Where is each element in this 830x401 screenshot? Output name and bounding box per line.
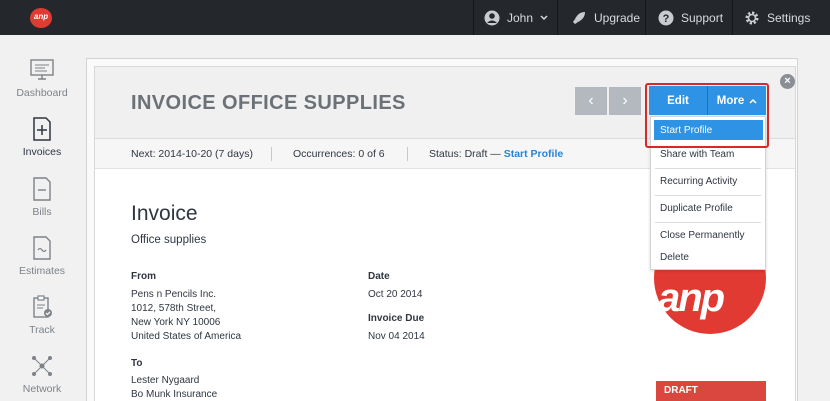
menu-item-recurring-activity[interactable]: Recurring Activity [651,176,765,187]
menu-item-close-permanently[interactable]: Close Permanently [651,230,765,241]
user-menu[interactable]: John [484,0,548,35]
menu-divider [655,195,761,196]
nav-divider [557,0,558,35]
due-date: Nov 04 2014 [368,331,425,342]
status-text: Status: Draft — Start Profile [429,148,563,160]
to-label: To [131,358,143,369]
settings-button[interactable]: Settings [744,0,810,35]
menu-item-duplicate-profile[interactable]: Duplicate Profile [651,203,765,214]
address-line: Lester Nygaard [131,375,200,386]
nav-divider [473,0,474,35]
support-label: Support [681,10,724,25]
menu-divider [655,222,761,223]
sidebar-item-label: Invoices [22,146,62,158]
user-icon [484,10,500,25]
nav-divider [732,0,733,35]
date-label: Date [368,271,390,282]
upgrade-label: Upgrade [594,10,641,25]
from-address: Pens n Pencils Inc. 1012, 578th Street, … [131,288,241,344]
status-badge: DRAFT [656,381,766,401]
app-logo[interactable]: anp [30,8,52,28]
info-divider [407,147,408,161]
top-bar: anp John Upgrade ? Support Settings [0,0,830,35]
chevron-left-icon: ‹ [588,92,594,109]
address-line: 1012, 578th Street, [131,303,217,314]
sidebar-item-invoices[interactable]: Invoices [0,116,84,172]
nav-divider [645,0,646,35]
sidebar-item-network[interactable]: Network [0,353,84,401]
address-line: Pens n Pencils Inc. [131,289,217,300]
occurrences: Occurrences: 0 of 6 [293,148,385,160]
menu-item-delete[interactable]: Delete [651,252,765,263]
company-logo: anp [654,262,766,334]
help-icon: ? [658,10,674,25]
previous-button[interactable]: ‹ [575,87,607,115]
estimate-icon [33,236,51,260]
menu-item-share-with-team[interactable]: Share with Team [651,149,765,160]
sidebar-item-estimates[interactable]: Estimates [0,235,84,291]
menu-divider [655,168,761,169]
settings-label: Settings [767,10,811,25]
invoice-subtitle: Office supplies [131,234,207,246]
to-address: Lester Nygaard Bo Munk Insurance [131,374,217,401]
due-label: Invoice Due [368,313,425,324]
close-icon[interactable]: × [780,74,795,89]
status-value: Status: Draft — [429,148,501,160]
support-button[interactable]: ? Support [658,0,723,35]
chevron-down-icon [540,14,548,20]
invoice-date: Oct 20 2014 [368,289,423,300]
page-title: INVOICE OFFICE SUPPLIES [131,92,406,114]
gear-icon [745,11,759,24]
chevron-right-icon: › [622,92,628,109]
next-date: Next: 2014-10-20 (7 days) [131,148,253,160]
monitor-icon [30,59,54,80]
address-line: New York NY 10006 [131,317,221,328]
logo-text: anp [33,12,49,21]
invoice-add-icon [33,117,51,141]
info-divider [271,147,272,161]
sidebar-item-label: Track [29,324,55,336]
user-name: John [507,10,534,25]
address-line: United States of America [131,331,242,342]
highlight-outline [645,83,769,148]
sidebar-item-bills[interactable]: Bills [0,176,84,232]
from-label: From [131,271,156,282]
address-line: Bo Munk Insurance [131,389,218,400]
clipboard-check-icon [33,295,52,318]
svg-text:?: ? [663,13,670,25]
sidebar-item-label: Bills [32,206,52,218]
sidebar-item-label: Estimates [18,265,66,277]
sidebar-item-track[interactable]: Track [0,294,84,350]
next-button[interactable]: › [609,87,641,115]
invoice-heading: Invoice [131,202,198,225]
sidebar-item-dashboard[interactable]: Dashboard [0,57,84,113]
sidebar-item-label: Dashboard [16,87,68,99]
rocket-icon [573,11,585,24]
bill-icon [33,177,51,201]
sidebar-item-label: Network [22,383,62,395]
sidebar: Dashboard Invoices Bills Estimates Track… [0,35,84,401]
start-profile-link[interactable]: Start Profile [504,148,564,160]
upgrade-button[interactable]: Upgrade [571,0,640,35]
logo-text: anp [658,276,725,320]
network-icon [32,356,52,376]
